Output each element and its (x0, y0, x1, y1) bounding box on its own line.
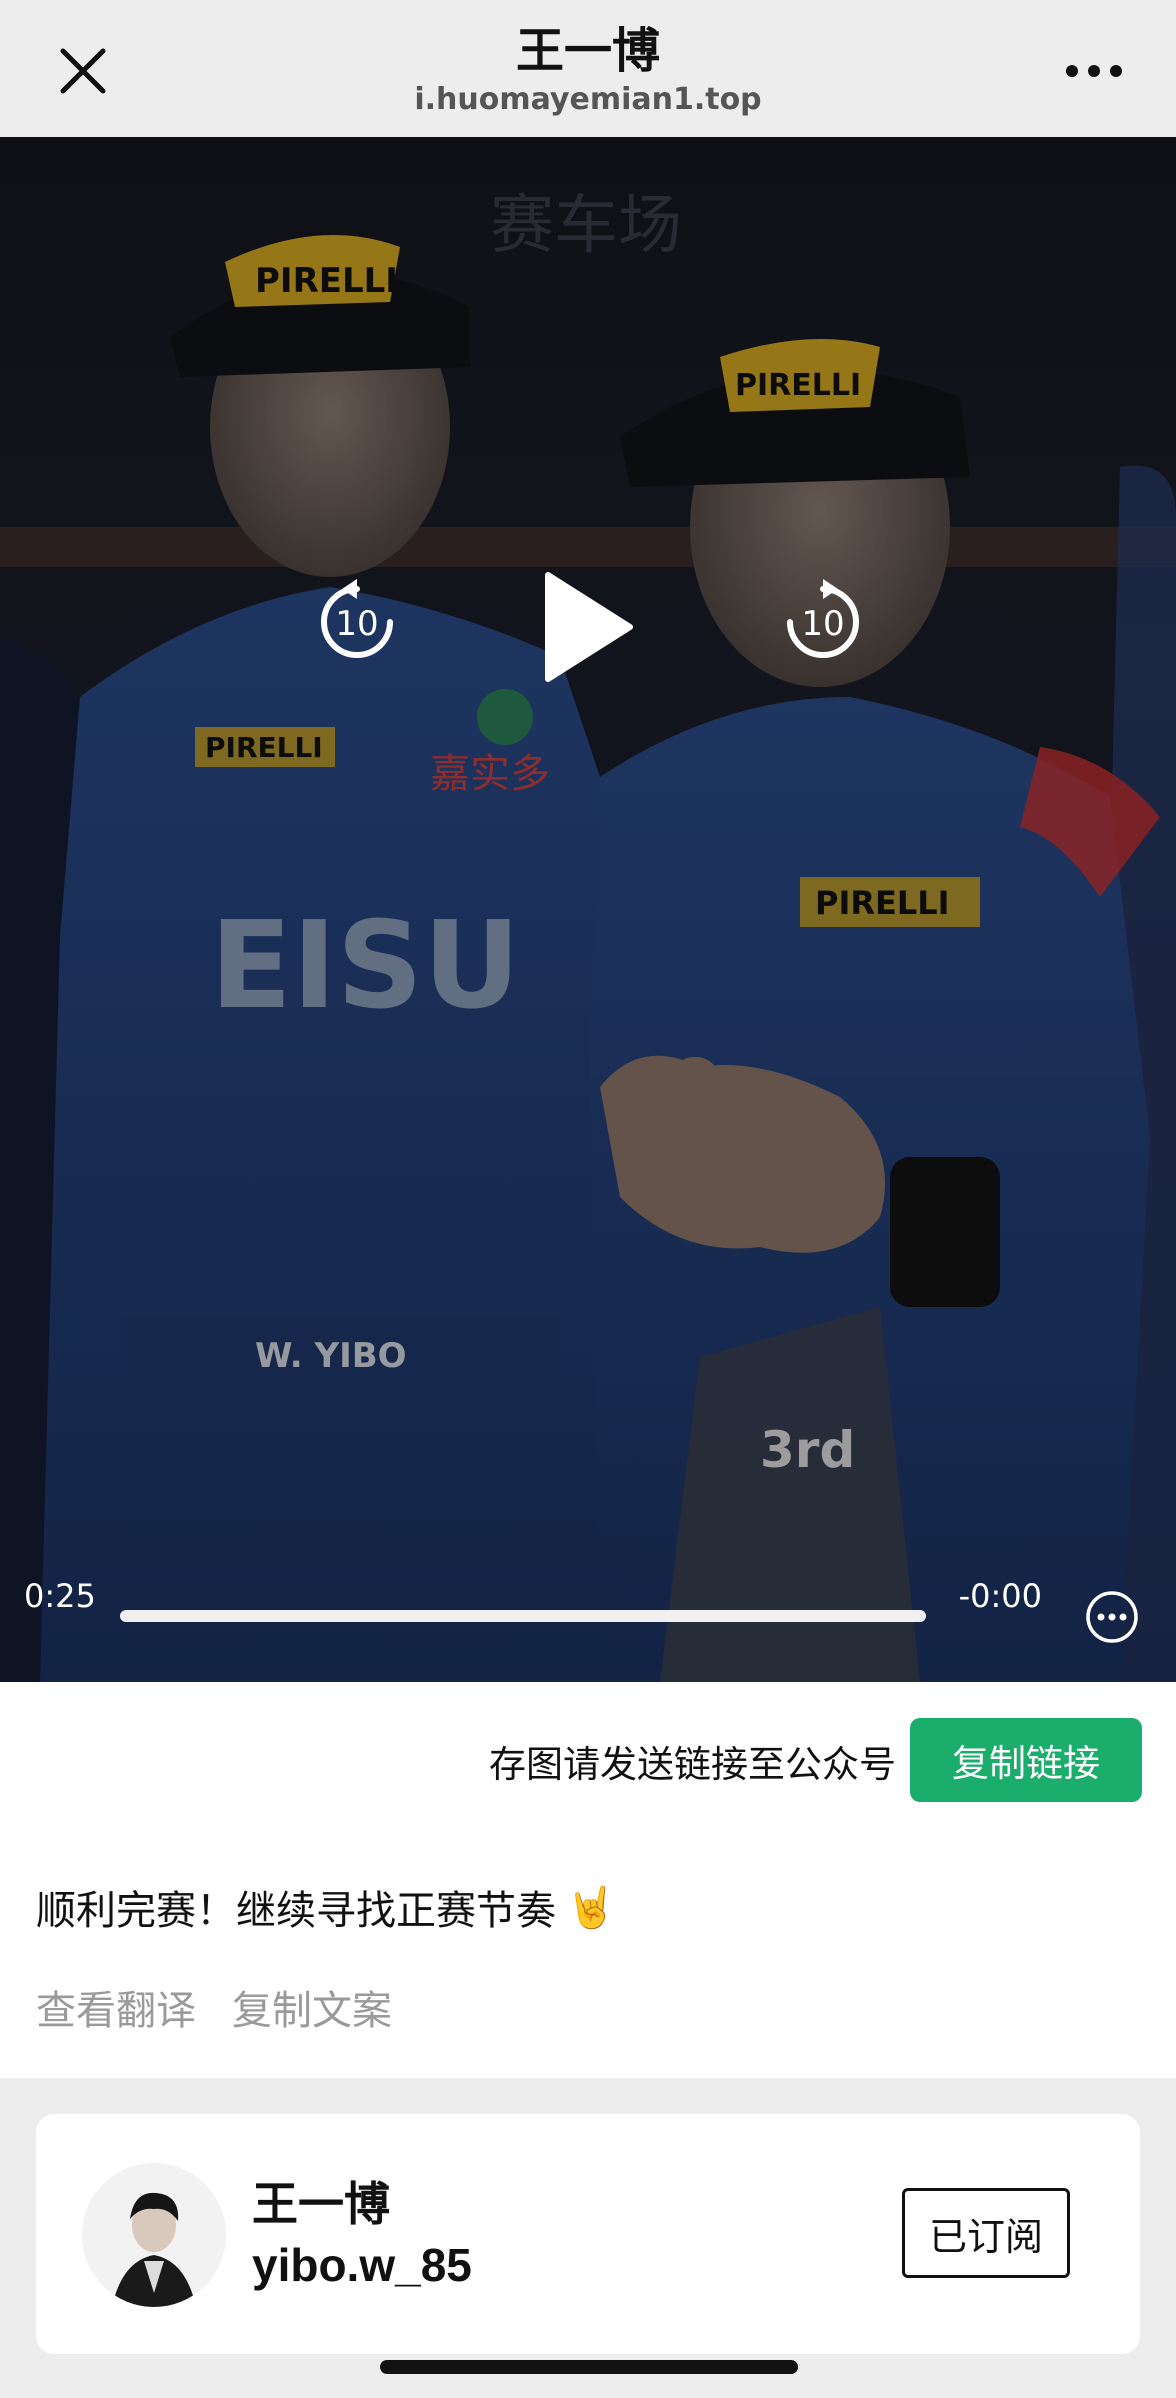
time-remaining: -0:00 (958, 1577, 1042, 1615)
more-icon (1066, 65, 1122, 77)
rewind-10-button[interactable]: 10 (312, 577, 402, 667)
save-image-hint: 存图请发送链接至公众号 (489, 1743, 896, 1786)
rewind-seconds-label: 10 (335, 604, 378, 644)
save-image-row: 存图请发送链接至公众号 复制链接 (0, 1682, 1176, 1842)
title-block: 王一博 i.huomayemian1.top (238, 22, 938, 120)
author-handle: yibo.w_85 (252, 2239, 472, 2291)
post-caption-area: 顺利完赛！继续寻找正赛节奏 🤘 查看翻译 复制文案 (0, 1842, 1176, 2078)
page-url: i.huomayemian1.top (414, 82, 762, 117)
top-bar: 王一博 i.huomayemian1.top (0, 0, 1176, 137)
copy-link-button[interactable]: 复制链接 (910, 1718, 1142, 1802)
play-button[interactable] (530, 567, 640, 687)
translate-link[interactable]: 查看翻译 (36, 1978, 196, 2036)
progress-fill (120, 1610, 926, 1622)
more-options-icon (1086, 1591, 1138, 1643)
video-frame-image: 赛车场 PIRELLI EISU 嘉实多 W. YIBO PIRELLI PIR… (0, 137, 1176, 1682)
rock-hand-emoji: 🤘 (566, 1884, 616, 1931)
play-icon (545, 572, 633, 682)
progress-bar[interactable] (120, 1610, 926, 1622)
copy-text-link[interactable]: 复制文案 (232, 1978, 392, 2036)
more-button[interactable] (1052, 34, 1136, 108)
avatar-image (82, 2163, 226, 2307)
close-icon (60, 48, 106, 94)
subscribe-button[interactable]: 已订阅 (902, 2188, 1070, 2278)
close-button[interactable] (46, 34, 120, 108)
post-caption: 顺利完赛！继续寻找正赛节奏 🤘 (36, 1878, 616, 1936)
time-elapsed: 0:25 (24, 1577, 96, 1615)
forward-10-button[interactable]: 10 (778, 577, 868, 667)
author-card[interactable]: 王一博 yibo.w_85 已订阅 (36, 2114, 1140, 2354)
caption-links: 查看翻译 复制文案 (36, 1978, 392, 2036)
rewind-10-icon: 10 (321, 579, 393, 658)
author-name: 王一博 (252, 2177, 390, 2231)
home-indicator (380, 2360, 798, 2374)
forward-10-icon: 10 (787, 579, 859, 658)
video-player[interactable]: 赛车场 PIRELLI EISU 嘉实多 W. YIBO PIRELLI PIR… (0, 137, 1176, 1682)
video-more-options-button[interactable] (1084, 1589, 1140, 1645)
avatar[interactable] (82, 2163, 226, 2307)
page-root: 王一博 i.huomayemian1.top 赛车场 PIRELLI EISU … (0, 0, 1176, 2398)
forward-seconds-label: 10 (801, 604, 844, 644)
page-title: 王一博 (515, 23, 660, 79)
caption-text: 顺利完赛！继续寻找正赛节奏 (36, 1888, 556, 1934)
